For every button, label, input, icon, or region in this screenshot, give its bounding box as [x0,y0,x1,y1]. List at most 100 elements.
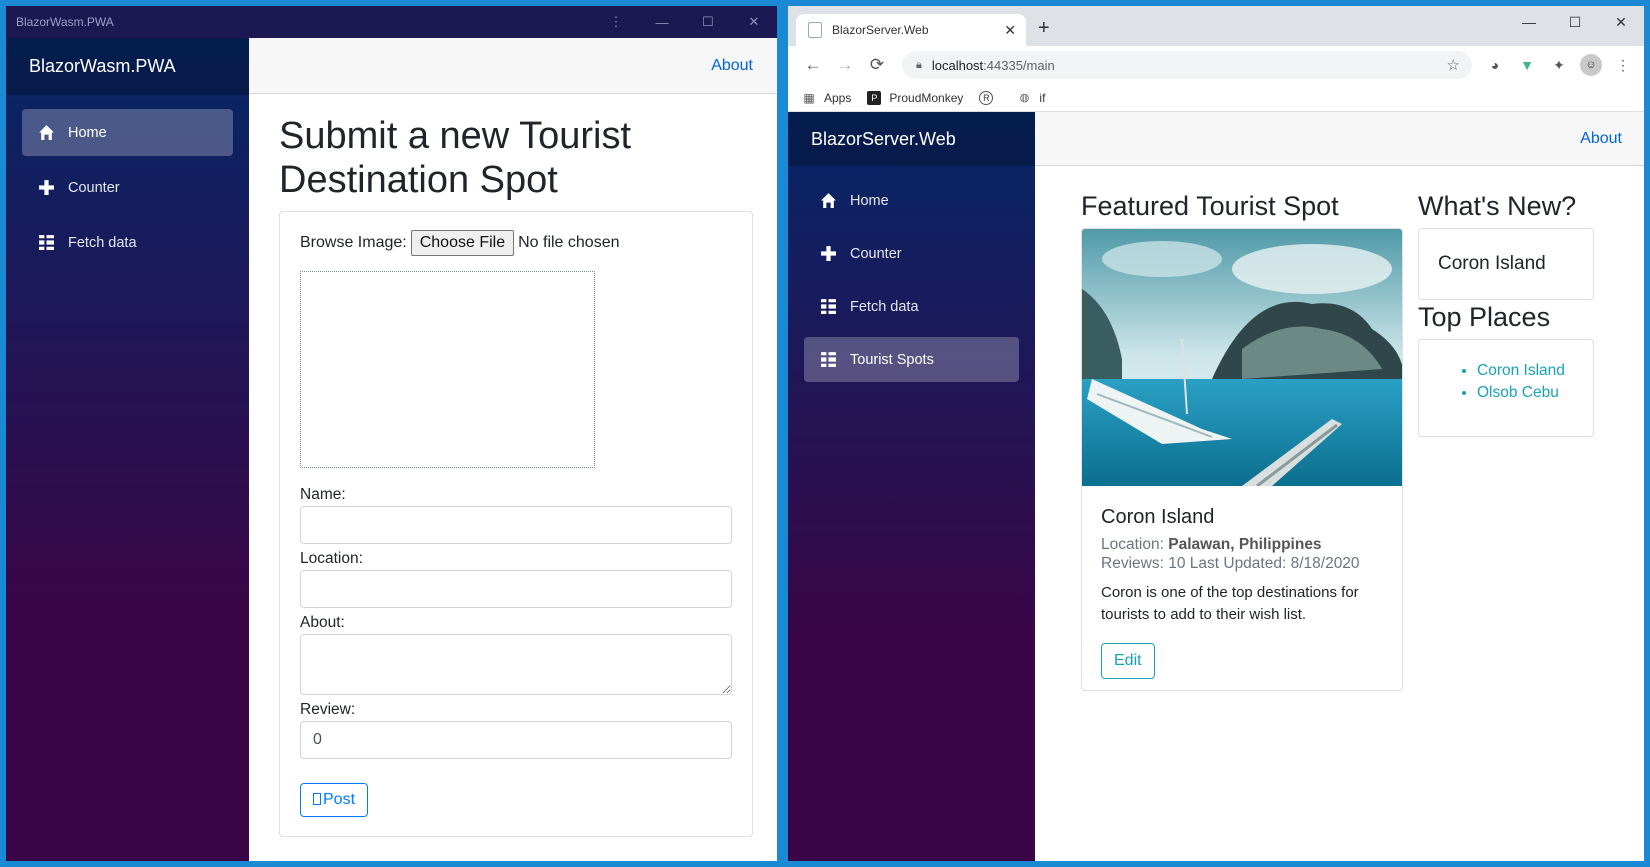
image-preview [300,270,595,468]
choose-file-button[interactable]: Choose File [410,229,515,256]
bookmark-apps[interactable]: ▦ Apps [802,91,851,105]
name-label: Name: [300,485,346,503]
location-field[interactable] [300,569,732,608]
list-item[interactable]: Olsob Cebu [1477,382,1593,404]
nav-tourist-spots-label: Tourist Spots [850,351,934,368]
app-brand[interactable]: BlazorServer.Web [788,112,1035,166]
browser-menu-icon[interactable]: ⋮ [1612,54,1634,76]
reviews-label: Reviews: [1101,555,1164,573]
top-row: About [249,38,777,94]
address-bar[interactable]: 🔒︎ localhost:44335/main ☆ [902,51,1472,79]
bookmark-r[interactable]: R [979,90,1001,105]
top-places-heading: Top Places [1418,302,1551,332]
home-icon [818,191,838,211]
forward-arrow-icon[interactable]: → [830,55,860,75]
about-field[interactable] [300,633,732,695]
top-place-link[interactable]: Olsob Cebu [1477,384,1559,401]
top-place-link[interactable]: Coron Island [1477,362,1565,379]
app-menu-button[interactable]: ⋮ [593,6,639,38]
bookmark-star-icon[interactable]: ☆ [1447,56,1460,74]
bookmark-if-label: if [1039,90,1046,105]
profile-avatar-icon[interactable]: ☺ [1580,54,1602,76]
top-row: About [1035,112,1644,166]
whats-new-item: Coron Island [1438,253,1546,274]
bookmark-if[interactable]: ◍ if [1017,90,1046,105]
list-icon [36,233,56,253]
window-title: BlazorWasm.PWA [16,15,114,29]
review-field[interactable] [300,720,732,759]
location-value: Palawan, Philippines [1168,536,1322,553]
nav-counter[interactable]: Counter [804,231,1019,276]
main-content: Featured Tourist Spot Coron Island Locat… [1035,173,1644,861]
post-icon [313,792,321,805]
about-link[interactable]: About [1580,130,1622,148]
name-field[interactable] [300,505,732,544]
bookmark-apps-label: Apps [824,90,852,105]
tab-strip: BlazorServer.Web ✕ + — ☐ ✕ [788,6,1644,46]
app-brand[interactable]: BlazorWasm.PWA [6,38,249,95]
bookmark-proudmonkey[interactable]: P ProudMonkey [867,90,963,105]
vue-extension-icon[interactable]: ▼ [1516,54,1538,76]
reviews-value: 10 [1168,555,1186,573]
sidebar: BlazorServer.Web Home Counter Fetch data… [788,112,1035,861]
featured-card: Coron Island Location: Palawan, Philippi… [1081,228,1403,691]
r-icon: R [979,90,994,105]
maximize-button[interactable]: ☐ [685,6,731,38]
top-places-card: Coron Island Olsob Cebu [1418,339,1594,437]
browser-window: BlazorServer.Web ✕ + — ☐ ✕ ← → ⟳ 🔒︎ loca… [788,6,1644,861]
page-title: Submit a new Tourist Destination Spot [279,115,632,202]
pwa-window: BlazorWasm.PWA ⋮ — ☐ ✕ BlazorWasm.PWA Ho… [6,6,777,861]
new-tab-button[interactable]: + [1038,17,1050,40]
maximize-button[interactable]: ☐ [1552,6,1598,38]
sidebar: BlazorWasm.PWA Home Counter Fetch data [6,38,249,861]
bookmarks-bar: ▦ Apps P ProudMonkey R ◍ if [788,84,1644,112]
browse-row: Browse Image: Choose File No file chosen [300,229,732,256]
updated-label: Last Updated: [1189,555,1287,573]
extensions-puzzle-icon[interactable]: ✦ [1548,54,1570,76]
globe-icon: ◍ [1019,92,1030,104]
location-label: Location: [300,549,363,567]
page-favicon-icon [808,22,822,38]
about-link[interactable]: About [711,57,753,75]
location-label: Location: [1101,536,1164,553]
featured-section: Featured Tourist Spot Coron Island Locat… [1081,191,1403,691]
tab-close-icon[interactable]: ✕ [1004,22,1016,39]
nav-counter-label: Counter [68,179,120,196]
post-button[interactable]: Post [300,782,369,817]
spot-meta: Location: Palawan, Philippines Reviews: … [1101,535,1383,574]
reload-icon[interactable]: ⟳ [862,55,892,75]
nav-fetch-label: Fetch data [850,298,919,315]
spot-description: Coron is one of the top destinations for… [1101,583,1359,624]
featured-heading: Featured Tourist Spot [1081,191,1339,221]
spot-title: Coron Island [1101,506,1215,528]
featured-card-body: Coron Island Location: Palawan, Philippi… [1082,486,1402,690]
nav-counter-label: Counter [850,245,902,262]
browse-label: Browse Image: [300,233,407,251]
post-button-label: Post [323,790,356,808]
side-column: What's New? Coron Island Top Places Coro… [1418,191,1594,437]
spot-form: Browse Image: Choose File No file chosen… [279,210,753,837]
about-label: About: [300,613,345,631]
list-icon [818,350,838,370]
extension-circle-icon[interactable]: ◕ [1484,54,1506,76]
nav-tourist-spots[interactable]: Tourist Spots [804,337,1019,382]
nav-counter[interactable]: Counter [22,164,233,211]
edit-button[interactable]: Edit [1101,642,1155,679]
minimize-button[interactable]: — [1506,6,1552,38]
plus-icon [36,178,56,198]
close-window-button[interactable]: ✕ [1598,6,1644,38]
nav-fetch-data[interactable]: Fetch data [22,219,233,266]
browser-toolbar: ← → ⟳ 🔒︎ localhost:44335/main ☆ ◕ ▼ ✦ ☺ … [788,46,1644,84]
tab-title: BlazorServer.Web [832,23,929,37]
nav-home[interactable]: Home [22,109,233,156]
minimize-button[interactable]: — [639,6,685,38]
pwa-titlebar: BlazorWasm.PWA ⋮ — ☐ ✕ [6,6,777,38]
browser-tab[interactable]: BlazorServer.Web ✕ [796,14,1026,46]
nav-fetch-data[interactable]: Fetch data [804,284,1019,329]
nav-home[interactable]: Home [804,178,1019,223]
plus-icon [818,244,838,264]
list-item[interactable]: Coron Island [1477,360,1593,382]
home-icon [36,123,56,143]
close-window-button[interactable]: ✕ [731,6,777,38]
back-arrow-icon[interactable]: ← [798,55,828,75]
